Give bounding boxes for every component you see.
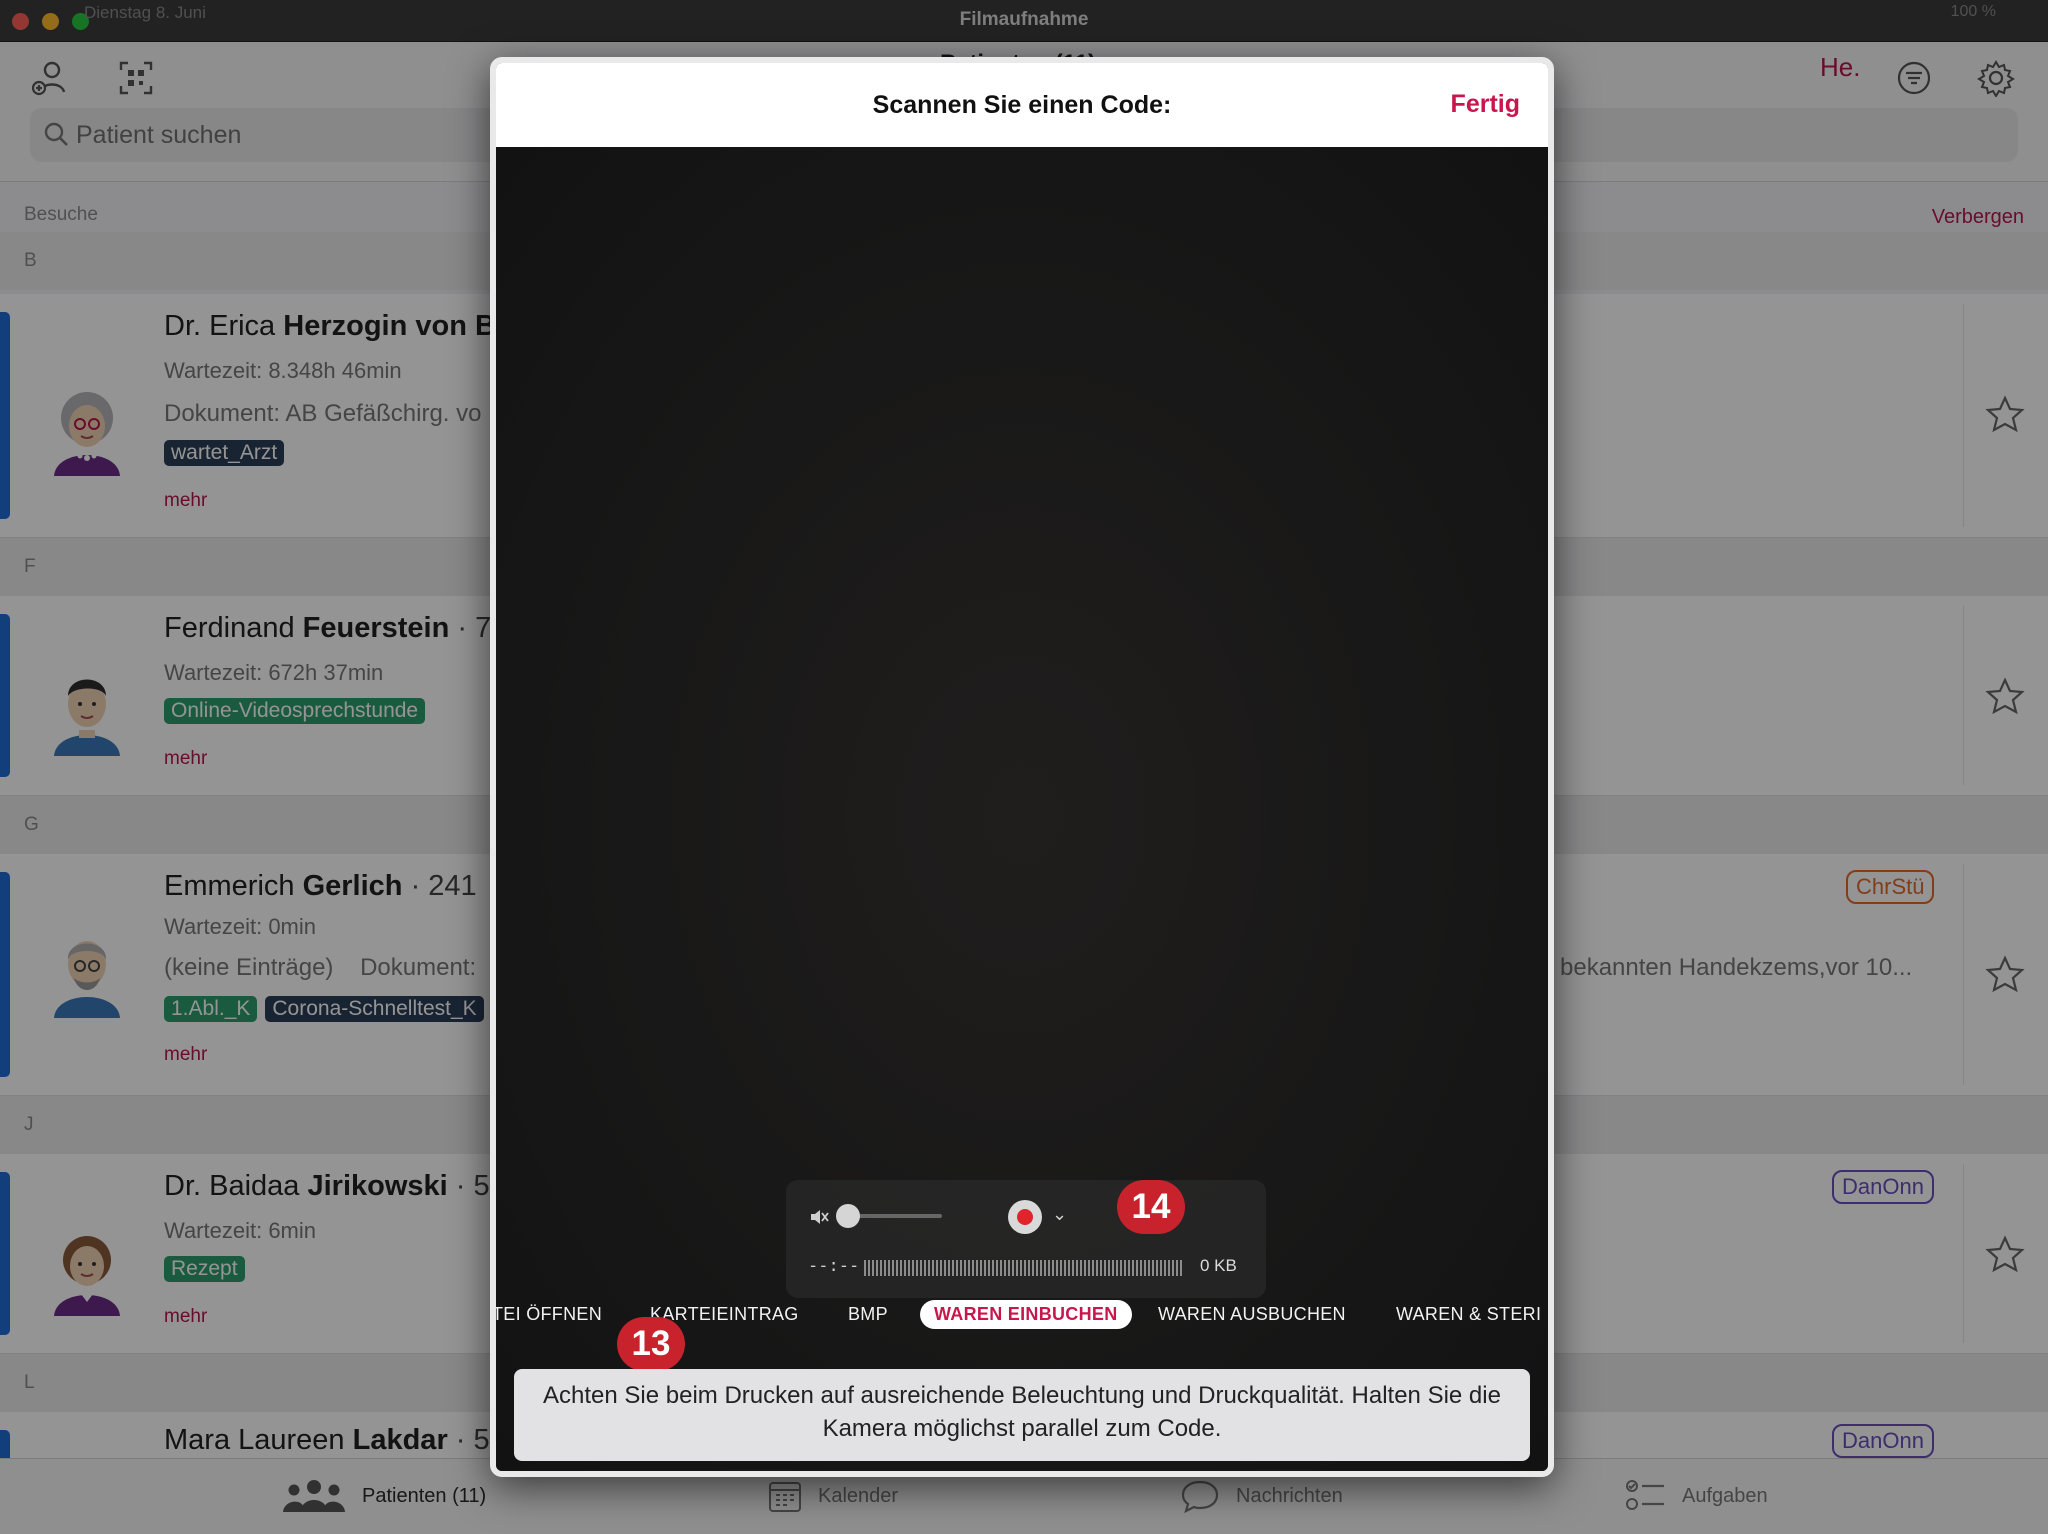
- recording-controls: ⌄ --:-- 0 KB: [786, 1180, 1266, 1298]
- modal-title: Scannen Sie einen Code:: [872, 91, 1172, 119]
- volume-slider-knob[interactable]: [836, 1204, 860, 1228]
- scan-code-modal: Scannen Sie einen Code: Fertig ⌄ --:-- 0…: [490, 57, 1554, 1477]
- action-open-file[interactable]: TEI ÖFFNEN: [496, 1304, 602, 1325]
- action-waren-einbuchen[interactable]: WAREN EINBUCHEN: [920, 1300, 1132, 1329]
- recording-time: --:--: [808, 1256, 860, 1276]
- chevron-down-icon[interactable]: ⌄: [1052, 1204, 1067, 1225]
- screen: Dienstag 8. Juni Filmaufnahme 100 % Pati…: [0, 0, 2048, 1534]
- action-bmp[interactable]: BMP: [848, 1304, 888, 1325]
- audio-level-meter: [864, 1260, 1182, 1276]
- callout-marker-14: 14: [1117, 1180, 1185, 1234]
- record-button[interactable]: [1008, 1200, 1042, 1234]
- action-waren-steril[interactable]: WAREN & STERI: [1396, 1304, 1541, 1325]
- modal-header: Scannen Sie einen Code: Fertig: [496, 63, 1548, 147]
- recording-size: 0 KB: [1200, 1256, 1237, 1275]
- done-button[interactable]: Fertig: [1451, 90, 1520, 119]
- callout-marker-13: 13: [617, 1317, 685, 1371]
- scan-hint: Achten Sie beim Drucken auf ausreichende…: [514, 1369, 1530, 1461]
- mute-icon[interactable]: [808, 1206, 830, 1228]
- action-waren-ausbuchen[interactable]: WAREN AUSBUCHEN: [1158, 1304, 1346, 1325]
